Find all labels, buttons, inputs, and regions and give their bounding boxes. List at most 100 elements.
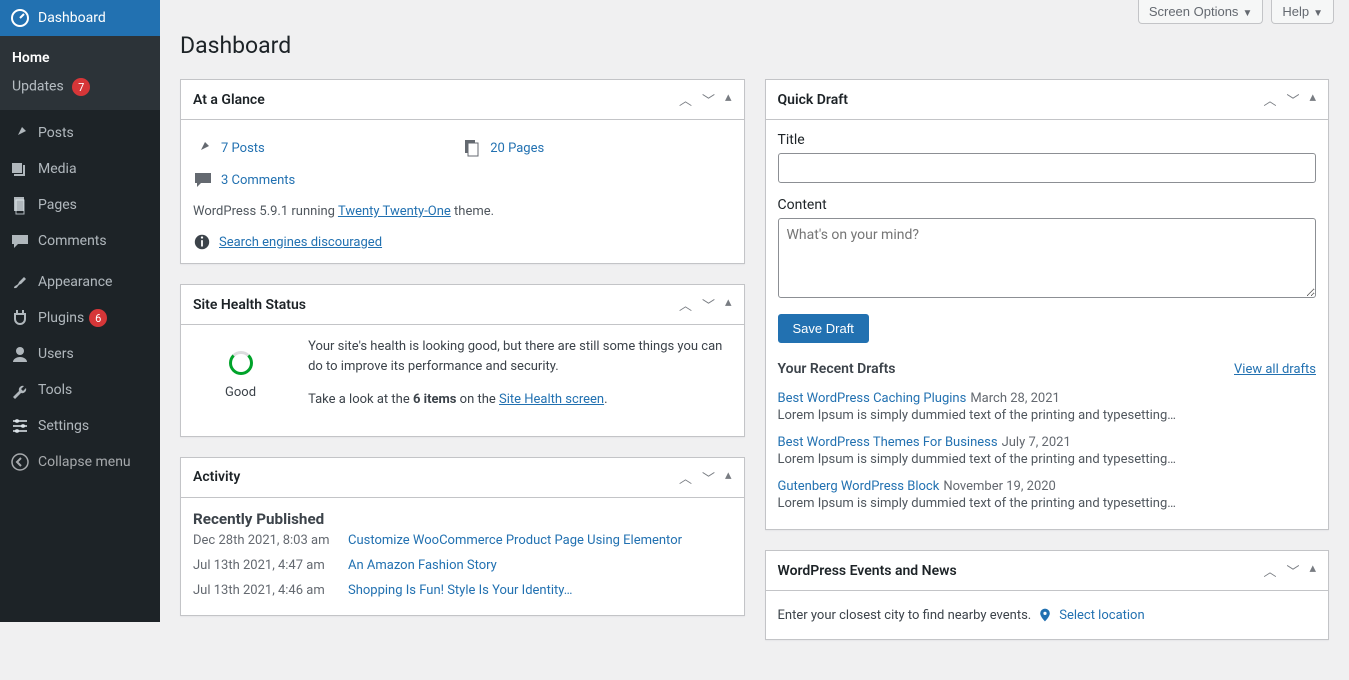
activity-box: Activity ︿ ﹀ ▴ Recently Published Dec 28… [180,457,745,616]
user-icon [10,344,30,364]
move-up-icon[interactable]: ︿ [679,295,692,314]
sidebar-item-appearance[interactable]: Appearance [0,264,160,300]
draft-title-input[interactable] [778,153,1317,183]
sidebar-label: Dashboard [38,10,106,26]
plugins-badge: 6 [89,309,107,327]
caret-down-icon: ▼ [1242,8,1252,19]
sidebar-item-settings[interactable]: Settings [0,408,160,444]
plug-icon [10,308,30,328]
move-up-icon[interactable]: ︿ [679,90,692,109]
main-content: Screen Options▼ Help▼ Dashboard At a Gla… [160,0,1349,680]
select-location-link[interactable]: Select location [1059,608,1144,623]
info-icon [193,233,211,251]
draft-content-textarea[interactable] [778,218,1317,298]
toggle-icon[interactable]: ▴ [725,295,732,314]
draft-item: Best WordPress Caching PluginsMarch 28, … [778,385,1317,429]
events-news-box: WordPress Events and News ︿ ﹀ ▴ Enter yo… [765,550,1330,640]
health-items-text: Take a look at the 6 items on the Site H… [308,390,731,410]
sidebar-item-plugins[interactable]: Plugins 6 [0,300,160,336]
posts-link[interactable]: 7 Posts [221,141,265,156]
updates-badge: 7 [72,78,90,96]
media-icon [10,159,30,179]
brush-icon [10,272,30,292]
move-down-icon[interactable]: ﹀ [1286,90,1299,109]
page-icon [462,138,482,158]
draft-link[interactable]: Best WordPress Themes For Business [778,435,998,450]
toggle-icon[interactable]: ▴ [725,90,732,109]
health-circle-icon [229,351,253,375]
collapse-icon [10,452,30,472]
comment-icon [193,170,213,190]
sliders-icon [10,416,30,436]
title-label: Title [778,132,1317,148]
move-up-icon[interactable]: ︿ [1263,561,1276,580]
recent-drafts-title: Your Recent Drafts [778,361,896,377]
theme-link[interactable]: Twenty Twenty-One [338,204,451,219]
dashboard-icon [10,8,30,28]
move-down-icon[interactable]: ﹀ [702,90,715,109]
move-up-icon[interactable]: ︿ [679,468,692,487]
page-title: Dashboard [180,32,1329,59]
box-title: Quick Draft [778,92,848,108]
box-title: Site Health Status [193,297,306,313]
activity-link[interactable]: An Amazon Fashion Story [348,558,497,573]
sidebar-item-comments[interactable]: Comments [0,223,160,259]
health-description: Your site's health is looking good, but … [308,337,731,376]
activity-section-title: Recently Published [193,510,732,528]
comments-link[interactable]: 3 Comments [221,173,295,188]
search-discouraged-link[interactable]: Search engines discouraged [219,235,382,250]
activity-link[interactable]: Shopping Is Fun! Style Is Your Identity… [348,583,572,598]
move-down-icon[interactable]: ﹀ [702,295,715,314]
move-down-icon[interactable]: ﹀ [702,468,715,487]
events-city-text: Enter your closest city to find nearby e… [778,608,1032,623]
toggle-icon[interactable]: ▴ [1309,561,1316,580]
sidebar-item-posts[interactable]: Posts [0,115,160,151]
toggle-icon[interactable]: ▴ [725,468,732,487]
help-button[interactable]: Help▼ [1271,0,1334,24]
submenu-home[interactable]: Home [0,44,160,72]
glance-posts: 7 Posts [193,132,462,164]
sidebar-item-pages[interactable]: Pages [0,187,160,223]
glance-comments: 3 Comments [193,164,462,196]
pin-icon [193,138,213,158]
wrench-icon [10,380,30,400]
screen-options-button[interactable]: Screen Options▼ [1138,0,1264,24]
activity-link[interactable]: Customize WooCommerce Product Page Using… [348,533,682,548]
activity-row: Dec 28th 2021, 8:03 am Customize WooComm… [193,528,732,553]
activity-row: Jul 13th 2021, 4:46 am Shopping Is Fun! … [193,578,732,603]
submenu-updates[interactable]: Updates 7 [0,72,160,102]
wp-version: WordPress 5.9.1 running Twenty Twenty-On… [193,204,732,219]
draft-link[interactable]: Gutenberg WordPress Block [778,479,940,494]
health-status: Good [193,385,288,400]
glance-pages: 20 Pages [462,132,731,164]
view-all-drafts-link[interactable]: View all drafts [1234,362,1316,377]
admin-sidebar: Dashboard Home Updates 7 Posts Media Pag… [0,0,160,622]
sidebar-item-users[interactable]: Users [0,336,160,372]
box-title: Activity [193,469,240,485]
content-label: Content [778,197,1317,213]
draft-link[interactable]: Best WordPress Caching Plugins [778,391,967,406]
dashboard-submenu: Home Updates 7 [0,36,160,110]
box-title: WordPress Events and News [778,563,957,579]
comment-icon [10,231,30,251]
draft-item: Gutenberg WordPress BlockNovember 19, 20… [778,473,1317,517]
save-draft-button[interactable]: Save Draft [778,314,869,343]
site-health-link[interactable]: Site Health screen [499,392,604,407]
move-down-icon[interactable]: ﹀ [1286,561,1299,580]
quick-draft-box: Quick Draft ︿ ﹀ ▴ Title Content Save Dra… [765,79,1330,530]
caret-down-icon: ▼ [1313,8,1323,19]
box-title: At a Glance [193,92,265,108]
sidebar-item-media[interactable]: Media [0,151,160,187]
draft-item: Best WordPress Themes For BusinessJuly 7… [778,429,1317,473]
pages-link[interactable]: 20 Pages [490,141,544,156]
move-up-icon[interactable]: ︿ [1263,90,1276,109]
location-icon [1037,607,1053,623]
sidebar-item-dashboard[interactable]: Dashboard [0,0,160,36]
activity-row: Jul 13th 2021, 4:47 am An Amazon Fashion… [193,553,732,578]
sidebar-item-tools[interactable]: Tools [0,372,160,408]
pin-icon [10,123,30,143]
sidebar-item-collapse[interactable]: Collapse menu [0,444,160,480]
toggle-icon[interactable]: ▴ [1309,90,1316,109]
site-health-box: Site Health Status ︿ ﹀ ▴ Good Your site'… [180,284,745,437]
page-icon [10,195,30,215]
